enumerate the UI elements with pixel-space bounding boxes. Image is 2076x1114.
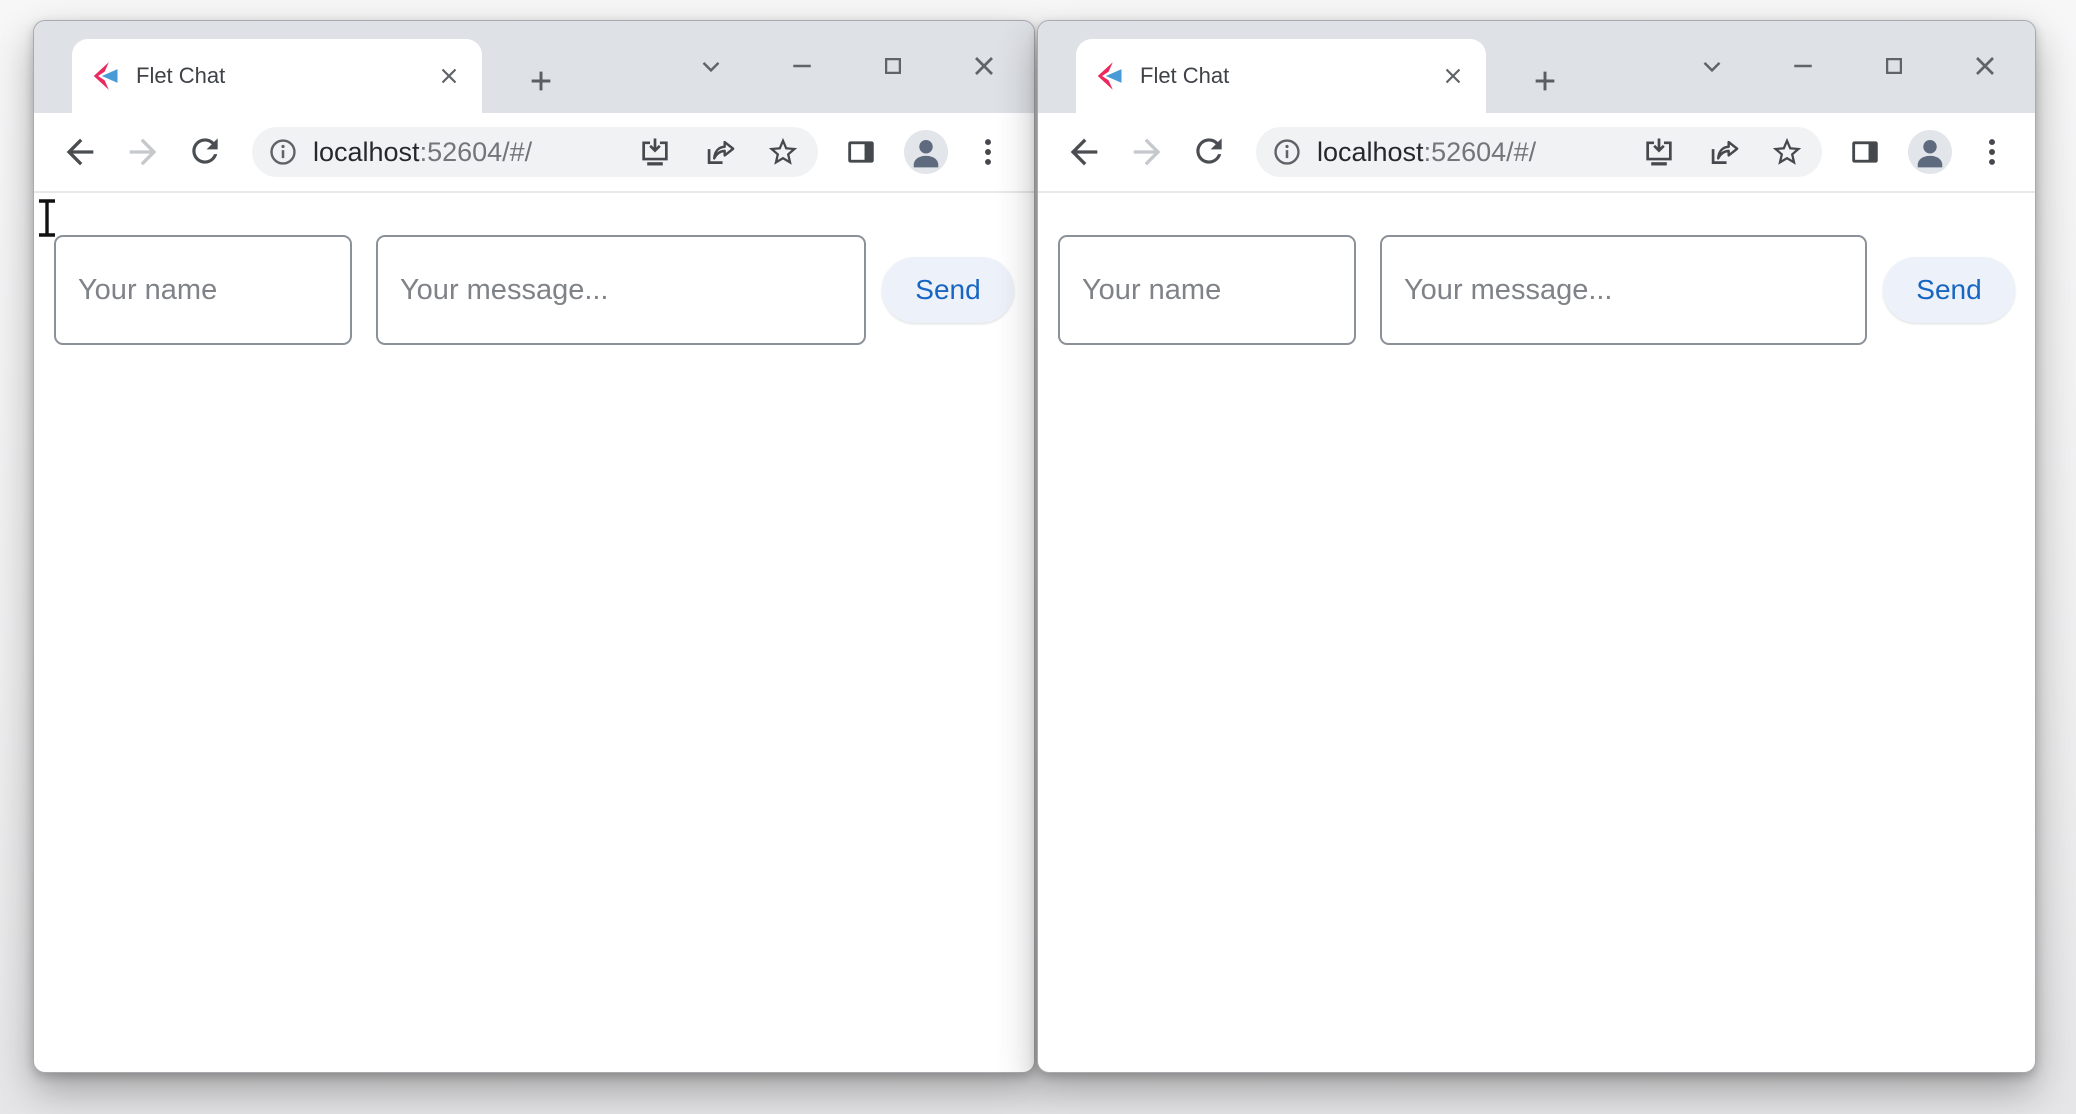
browser-tab[interactable]: Flet Chat xyxy=(72,39,482,113)
url-host: localhost xyxy=(313,137,420,167)
url-path: :52604/#/ xyxy=(420,137,533,167)
browser-window-left: Flet Chat localhost:52604/#/ xyxy=(33,20,1035,1073)
navigation-toolbar: localhost:52604/#/ xyxy=(1038,113,2035,193)
share-icon[interactable] xyxy=(702,135,736,169)
send-button[interactable]: Send xyxy=(882,257,1014,323)
install-app-icon[interactable] xyxy=(638,135,672,169)
close-button[interactable] xyxy=(954,43,1014,89)
tab-close-icon[interactable] xyxy=(432,59,466,93)
maximize-button[interactable] xyxy=(1864,43,1924,89)
tab-strip: Flet Chat xyxy=(34,21,1034,113)
forward-icon[interactable] xyxy=(123,132,163,172)
menu-kebab-icon[interactable] xyxy=(1975,135,2009,169)
profile-avatar-icon[interactable] xyxy=(1907,129,1953,175)
name-input[interactable] xyxy=(1058,235,1356,345)
share-icon[interactable] xyxy=(1706,135,1740,169)
chat-form: Send xyxy=(54,235,1014,345)
install-app-icon[interactable] xyxy=(1642,135,1676,169)
url-host: localhost xyxy=(1317,137,1424,167)
menu-kebab-icon[interactable] xyxy=(971,135,1005,169)
site-info-icon[interactable] xyxy=(267,136,299,168)
back-icon[interactable] xyxy=(60,132,100,172)
bookmark-star-icon[interactable] xyxy=(766,135,800,169)
message-input[interactable] xyxy=(1380,235,1867,345)
text-cursor-icon xyxy=(34,198,60,238)
new-tab-button[interactable] xyxy=(518,58,564,104)
window-controls xyxy=(1682,43,2015,89)
message-input[interactable] xyxy=(376,235,866,345)
minimize-button[interactable] xyxy=(772,43,832,89)
bookmark-star-icon[interactable] xyxy=(1770,135,1804,169)
chat-form: Send xyxy=(1058,235,2015,345)
browser-window-right: Flet Chat localhost:52604/#/ xyxy=(1037,20,2036,1073)
flet-logo-icon xyxy=(90,61,120,91)
tab-search-chevron-icon[interactable] xyxy=(681,43,741,89)
tab-title: Flet Chat xyxy=(136,63,432,89)
forward-icon[interactable] xyxy=(1127,132,1167,172)
window-controls xyxy=(681,43,1014,89)
profile-avatar-icon[interactable] xyxy=(903,129,949,175)
url-path: :52604/#/ xyxy=(1424,137,1537,167)
tab-title: Flet Chat xyxy=(1140,63,1436,89)
tab-close-icon[interactable] xyxy=(1436,59,1470,93)
page-content: Send xyxy=(1038,193,2035,1072)
reload-icon[interactable] xyxy=(186,132,226,172)
browser-tab[interactable]: Flet Chat xyxy=(1076,39,1486,113)
tab-strip: Flet Chat xyxy=(1038,21,2035,113)
tab-search-chevron-icon[interactable] xyxy=(1682,43,1742,89)
site-info-icon[interactable] xyxy=(1271,136,1303,168)
back-icon[interactable] xyxy=(1064,132,1104,172)
send-button[interactable]: Send xyxy=(1883,257,2015,323)
side-panel-icon[interactable] xyxy=(1848,135,1882,169)
page-content: Send xyxy=(34,193,1034,1072)
side-panel-icon[interactable] xyxy=(844,135,878,169)
name-input[interactable] xyxy=(54,235,352,345)
navigation-toolbar: localhost:52604/#/ xyxy=(34,113,1034,193)
url-text: localhost:52604/#/ xyxy=(313,137,532,168)
reload-icon[interactable] xyxy=(1190,132,1230,172)
flet-logo-icon xyxy=(1094,61,1124,91)
url-text: localhost:52604/#/ xyxy=(1317,137,1536,168)
close-button[interactable] xyxy=(1955,43,2015,89)
new-tab-button[interactable] xyxy=(1522,58,1568,104)
maximize-button[interactable] xyxy=(863,43,923,89)
address-bar[interactable]: localhost:52604/#/ xyxy=(252,127,818,177)
address-bar[interactable]: localhost:52604/#/ xyxy=(1256,127,1822,177)
minimize-button[interactable] xyxy=(1773,43,1833,89)
